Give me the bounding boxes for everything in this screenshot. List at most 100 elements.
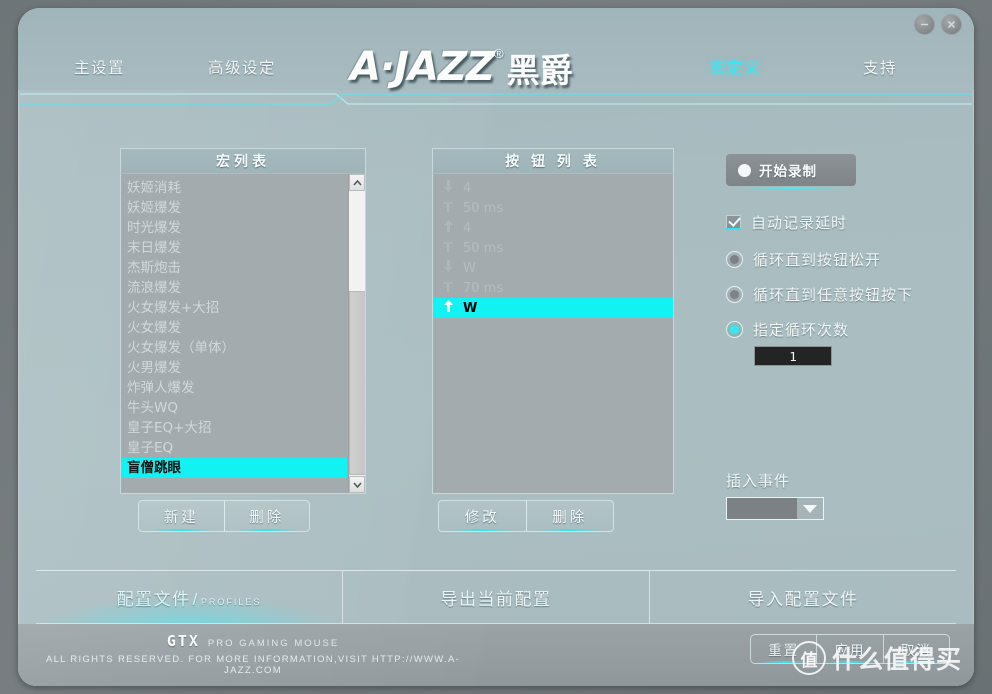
footer-brand-tagline: PRO GAMING MOUSE	[207, 638, 340, 649]
macro-list-item[interactable]: 牛头WQ	[121, 398, 347, 418]
arrow-up-icon	[441, 299, 455, 317]
button-list-header: 按 钮 列 表	[432, 148, 674, 174]
window-header: 主设置 高级设定 宏定义 支持 A·JAZZ ® 黑爵	[18, 8, 974, 90]
minimize-button[interactable]	[914, 14, 935, 35]
tab-profiles-slash: /	[192, 589, 199, 609]
macro-list-item[interactable]: 火女爆发（单体）	[121, 338, 347, 358]
insert-event-label: 插入事件	[726, 473, 791, 490]
button-list-item[interactable]: 4	[433, 178, 673, 198]
start-record-button[interactable]: 开始录制	[726, 154, 856, 189]
macro-list-body: 妖姬消耗 妖姬爆发 时光爆发 末日爆发 杰斯炮击 流浪爆发 火女爆发+大招 火女爆发 火女爆发（…	[120, 174, 366, 494]
footer-copyright: ALL RIGHTS RESERVED. FOR MORE INFORMATIO…	[45, 654, 461, 676]
delay-icon: T	[443, 280, 453, 296]
scroll-up-button[interactable]	[349, 174, 365, 191]
macro-definition-page: 宏列表 妖姬消耗 妖姬爆发 时光爆发 末日爆发 杰斯炮击 流浪爆发 火女爆发+大招 火女爆发火…	[18, 104, 974, 564]
macro-list-item[interactable]: 炸弹人爆发	[121, 378, 347, 398]
button-list-item-label: 50 ms	[463, 200, 504, 216]
macro-list-item[interactable]: 皇子EQ	[121, 438, 347, 458]
button-list-items[interactable]: 4 T 50 ms 4 T 50 ms W T 70 ms W	[433, 174, 673, 318]
macro-list-item[interactable]: 妖姬消耗	[121, 178, 347, 198]
chevron-up-icon	[352, 179, 362, 185]
loop-count-input[interactable]: 1	[754, 346, 832, 366]
footer-action-buttons: 重置 应用 取消	[750, 634, 950, 664]
macro-list-item[interactable]: 流浪爆发	[121, 278, 347, 298]
apply-button[interactable]: 应用	[816, 635, 882, 663]
start-record-label: 开始录制	[759, 164, 817, 179]
button-list-item[interactable]: W	[433, 258, 673, 278]
record-controls-panel: 开始录制 自动记录延时 循环直到按钮松开 循环直到任意按钮按下 指定循环次数 1…	[726, 104, 966, 520]
macro-list-scrollbar[interactable]	[348, 174, 365, 493]
nav-tab-main-settings[interactable]: 主设置	[74, 56, 125, 78]
macro-list-title: 宏列表	[216, 153, 270, 169]
arrow-down-icon	[441, 179, 455, 197]
minimize-icon	[921, 23, 928, 26]
button-list-item[interactable]: T 70 ms	[433, 278, 673, 298]
macro-list-item[interactable]: 末日爆发	[121, 238, 347, 258]
macro-list-items[interactable]: 妖姬消耗 妖姬爆发 时光爆发 末日爆发 杰斯炮击 流浪爆发 火女爆发+大招 火女爆发 火女爆发（…	[121, 174, 365, 478]
insert-event-group: 插入事件	[726, 470, 966, 520]
record-dot-icon	[738, 163, 751, 177]
button-list-item[interactable]: W	[433, 298, 673, 318]
modify-event-button[interactable]: 修改	[439, 501, 526, 531]
arrow-up-icon	[441, 219, 455, 237]
nav-tab-advanced-settings[interactable]: 高级设定	[208, 56, 276, 78]
nav-tab-macro-definition[interactable]: 宏定义	[710, 56, 761, 78]
macro-list-item[interactable]: 盲僧跳眼	[121, 458, 347, 478]
auto-delay-row[interactable]: 自动记录延时	[726, 212, 966, 233]
tab-import-profile[interactable]: 导入配置文件	[649, 571, 956, 623]
delete-event-button[interactable]: 删除	[525, 501, 614, 531]
bottom-tabbar: 配置文件 / PROFILES 导出当前配置 导入配置文件	[36, 570, 956, 624]
logo-registered-mark: ®	[494, 46, 504, 61]
close-button[interactable]	[941, 14, 962, 35]
button-list-item-label: 50 ms	[463, 240, 504, 256]
logo-chinese-text: 黑爵	[506, 51, 573, 90]
macro-list-item[interactable]: 杰斯炮击	[121, 258, 347, 278]
window-footer: GTX PRO GAMING MOUSE ALL RIGHTS RESERVED…	[18, 624, 974, 686]
tab-profiles[interactable]: 配置文件 / PROFILES	[36, 571, 342, 623]
ajazz-driver-window: 主设置 高级设定 宏定义 支持 A·JAZZ ® 黑爵 宏列表 妖姬消耗 妖姬爆…	[18, 8, 974, 686]
macro-list-item[interactable]: 时光爆发	[121, 218, 347, 238]
auto-delay-checkbox[interactable]	[726, 215, 741, 230]
ajazz-logo: A·JAZZ ® 黑爵	[350, 44, 573, 92]
loop-until-any-press-row[interactable]: 循环直到任意按钮按下	[726, 284, 966, 305]
insert-event-dropdown[interactable]	[726, 497, 824, 520]
loop-count-label: 指定循环次数	[753, 322, 850, 339]
loop-count-radio[interactable]	[726, 321, 743, 338]
loop-count-row[interactable]: 指定循环次数	[726, 319, 966, 340]
scrollbar-track[interactable]	[349, 191, 365, 476]
scrollbar-thumb[interactable]	[349, 291, 365, 475]
window-controls	[914, 14, 962, 35]
auto-delay-label: 自动记录延时	[751, 215, 848, 232]
insert-event-caret[interactable]	[797, 498, 823, 519]
macro-list-item[interactable]: 妖姬爆发	[121, 198, 347, 218]
button-list-panel: 按 钮 列 表 4 T 50 ms 4 T 50 ms W T 70 ms W	[432, 148, 674, 494]
button-list-item-label: W	[463, 260, 476, 276]
macro-list-item[interactable]: 皇子EQ+大招	[121, 418, 347, 438]
loop-until-any-press-radio[interactable]	[726, 286, 743, 303]
loop-until-release-row[interactable]: 循环直到按钮松开	[726, 249, 966, 270]
button-list-item-label: 4	[463, 180, 472, 196]
button-list-item[interactable]: T 50 ms	[433, 238, 673, 258]
macro-list-actions: 新建 删除	[138, 500, 310, 532]
button-list-title: 按 钮 列 表	[505, 153, 601, 169]
tab-profiles-sub: PROFILES	[200, 596, 262, 607]
loop-until-any-press-label: 循环直到任意按钮按下	[753, 287, 914, 304]
delete-macro-button[interactable]: 删除	[223, 501, 310, 531]
macro-list-item[interactable]: 火女爆发+大招	[121, 298, 347, 318]
button-list-item[interactable]: 4	[433, 218, 673, 238]
tab-export-label: 导出当前配置	[440, 589, 552, 609]
desktop-backdrop: 主设置 高级设定 宏定义 支持 A·JAZZ ® 黑爵 宏列表 妖姬消耗 妖姬爆…	[0, 0, 992, 694]
macro-list-header: 宏列表	[120, 148, 366, 174]
reset-button[interactable]: 重置	[751, 635, 816, 663]
button-list-body: 4 T 50 ms 4 T 50 ms W T 70 ms W	[432, 174, 674, 494]
macro-list-item[interactable]: 火女爆发	[121, 318, 347, 338]
macro-list-item[interactable]: 火男爆发	[121, 358, 347, 378]
button-list-item[interactable]: T 50 ms	[433, 198, 673, 218]
nav-tab-support[interactable]: 支持	[863, 56, 897, 78]
scroll-down-button[interactable]	[349, 476, 365, 493]
tab-export-current-profile[interactable]: 导出当前配置	[342, 571, 649, 623]
cancel-button[interactable]: 取消	[882, 635, 949, 663]
loop-until-release-radio[interactable]	[726, 251, 743, 268]
new-macro-button[interactable]: 新建	[139, 501, 224, 531]
macro-list-panel: 宏列表 妖姬消耗 妖姬爆发 时光爆发 末日爆发 杰斯炮击 流浪爆发 火女爆发+大招 火女爆发火…	[120, 148, 366, 494]
